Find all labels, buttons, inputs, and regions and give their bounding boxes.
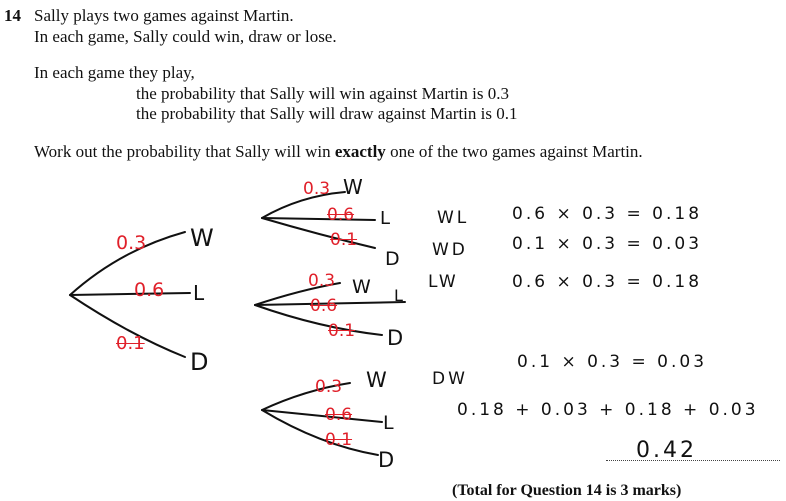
working-calc-3: 0.6 × 0.3 = 0.18 (512, 272, 703, 292)
outcome-bot-w: W (366, 368, 387, 392)
working-label-4: DW (432, 369, 468, 389)
outcome-top-d: D (385, 248, 400, 270)
prob-mid-l: 0.6 (310, 296, 338, 316)
prob-bot-w: 0.3 (315, 377, 343, 397)
prob-mid-w: 0.3 (308, 271, 336, 291)
prob-first-l: 0.6 (134, 279, 165, 301)
working-sum: 0.18 + 0.03 + 0.18 + 0.03 (457, 400, 759, 420)
total-marks: (Total for Question 14 is 3 marks) (452, 482, 682, 499)
branch-line-first-l (69, 292, 191, 296)
branch-line-top-l (261, 217, 376, 221)
working-label-3: LW (428, 272, 459, 292)
outcome-mid-d: D (387, 326, 404, 350)
outcome-bot-d: D (378, 448, 395, 472)
outcome-top-w: W (343, 175, 363, 199)
outcome-first-l: L (193, 281, 205, 305)
working-calc-2: 0.1 × 0.3 = 0.03 (512, 234, 703, 254)
outcome-mid-w: W (352, 276, 371, 298)
branch-line-top-d (261, 217, 376, 249)
prob-bot-d: 0.1 (325, 430, 353, 450)
working-calc-1: 0.6 × 0.3 = 0.18 (512, 204, 703, 224)
prob-first-d: 0.1 (116, 333, 145, 354)
prob-top-d: 0.1 (330, 230, 358, 250)
working-calc-4: 0.1 × 0.3 = 0.03 (517, 352, 708, 372)
prob-top-l: 0.6 (327, 205, 355, 225)
working-label-1: WL (437, 208, 470, 228)
prob-mid-d: 0.1 (328, 321, 356, 341)
outcome-top-l: L (380, 208, 391, 229)
outcome-bot-l: L (383, 412, 394, 434)
outcome-first-w: W (190, 224, 214, 252)
prob-bot-l: 0.6 (325, 405, 353, 425)
prob-first-w: 0.3 (116, 232, 147, 254)
answer-line (606, 460, 780, 461)
working-label-2: WD (432, 240, 468, 260)
prob-top-w: 0.3 (303, 179, 331, 199)
outcome-first-d: D (190, 348, 209, 376)
outcome-mid-l: L (394, 286, 403, 305)
